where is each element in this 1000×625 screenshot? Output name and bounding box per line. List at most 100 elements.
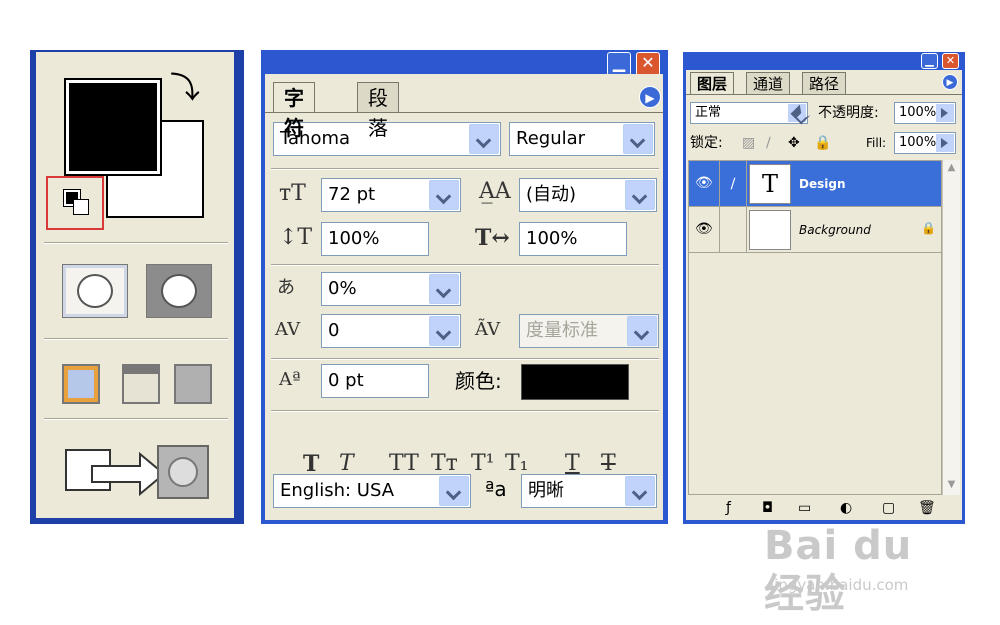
layer-name: Background [799, 223, 871, 237]
font-style-value: Regular [516, 128, 586, 149]
lock-all-icon[interactable]: 🔒 [814, 132, 831, 154]
close-button[interactable]: ✕ [942, 53, 959, 69]
chevron-down-icon[interactable] [429, 316, 459, 346]
layer-mask-icon[interactable]: ◘ [762, 500, 773, 516]
link-cell[interactable] [719, 207, 747, 253]
separator [44, 242, 228, 244]
full-screen-menu-icon[interactable] [122, 364, 160, 404]
quick-mask-icon [161, 274, 197, 308]
tracking-select[interactable]: 度量标准 [519, 314, 659, 348]
standard-mode-icon [77, 274, 113, 308]
layers-panel: ▁ ✕ 图层 通道 路径 ▶ 正常 不透明度: 100% 锁定: ▨ ∕ ✥ 🔒… [683, 52, 965, 524]
baseline-shift-icon: Aª [279, 369, 301, 390]
new-layer-icon[interactable]: ▢ [882, 500, 895, 516]
foreground-color-swatch[interactable] [64, 78, 162, 176]
quick-mask-button[interactable] [146, 264, 212, 318]
chevron-right-icon[interactable] [936, 104, 954, 122]
jump-to-imageready-icon[interactable] [62, 438, 212, 502]
adjustment-layer-icon[interactable]: ◐ [840, 500, 852, 516]
scroll-down-icon[interactable]: ▼ [945, 479, 958, 493]
swap-colors-icon[interactable]: ⤵ [170, 74, 200, 104]
full-screen-icon[interactable] [174, 364, 212, 404]
layer-thumbnail [749, 210, 791, 250]
font-size-select[interactable]: 72 pt [321, 178, 461, 212]
chevron-down-icon[interactable] [788, 104, 806, 122]
tab-channels[interactable]: 通道 [746, 72, 791, 94]
visibility-eye-icon[interactable]: 👁 [695, 175, 713, 191]
scroll-up-icon[interactable]: ▲ [945, 162, 958, 176]
kerning-select[interactable]: 0 [321, 314, 461, 348]
separator [271, 410, 659, 412]
tab-baseline [265, 112, 663, 113]
kerning-value: 0 [328, 320, 340, 341]
lock-position-icon[interactable]: ✥ [788, 132, 800, 154]
minimize-button[interactable]: ▁ [921, 53, 938, 69]
chevron-down-icon[interactable] [625, 180, 655, 210]
layer-name: Design [799, 177, 846, 191]
chevron-right-icon[interactable] [936, 134, 954, 152]
separator [271, 264, 659, 266]
tsume-select[interactable]: 0% [321, 272, 461, 306]
character-panel: ▁ ✕ 字符 段落 ▶ Tahoma Regular ᴛT 72 pt A̲A … [261, 50, 668, 524]
leading-icon: A̲A [479, 179, 511, 204]
chevron-down-icon[interactable] [429, 274, 459, 304]
lock-icon: 🔒 [921, 221, 936, 235]
font-style-select[interactable]: Regular [509, 122, 655, 156]
panel-menu-icon[interactable]: ▶ [942, 74, 958, 90]
close-button[interactable]: ✕ [636, 52, 660, 76]
layer-scrollbar[interactable]: ▲ ▼ [942, 160, 960, 495]
default-colors-highlight [46, 176, 104, 230]
chevron-down-icon[interactable] [623, 124, 653, 154]
vertical-scale-value: 100% [328, 228, 380, 249]
lock-label: 锁定: [690, 135, 723, 151]
horizontal-scale-input[interactable]: 100% [519, 222, 627, 256]
opacity-label: 不透明度: [818, 105, 879, 121]
tab-character[interactable]: 字符 [273, 82, 315, 140]
toolbox-panel: ⤵ [30, 50, 244, 524]
tracking-value: 度量标准 [526, 320, 598, 341]
separator [271, 358, 659, 360]
leading-value: (自动) [526, 184, 577, 205]
language-select[interactable]: English: USA [273, 474, 471, 508]
default-colors-icon[interactable] [63, 189, 90, 216]
lock-transparency-icon[interactable]: ▨ [742, 132, 755, 154]
fill-input[interactable]: 100% [894, 132, 956, 154]
chevron-down-icon[interactable] [439, 476, 469, 506]
chevron-down-icon[interactable] [627, 316, 657, 346]
tab-paragraph[interactable]: 段落 [357, 82, 399, 140]
blend-mode-select[interactable]: 正常 [690, 102, 808, 124]
chevron-down-icon[interactable] [469, 124, 499, 154]
tab-paths[interactable]: 路径 [802, 72, 847, 94]
text-color-swatch[interactable] [521, 364, 629, 400]
fill-value: 100% [899, 135, 937, 150]
layer-row-design[interactable]: 👁 ∕ T Design [689, 161, 941, 207]
chevron-down-icon[interactable] [429, 180, 459, 210]
font-size-value: 72 pt [328, 184, 376, 205]
minimize-button[interactable]: ▁ [607, 52, 631, 76]
chevron-down-icon[interactable] [625, 476, 655, 506]
baidu-watermark: Bai du 经验 jingyan.baidu.com [764, 522, 954, 617]
baseline-shift-value: 0 pt [328, 370, 364, 391]
panel-menu-icon[interactable]: ▶ [639, 86, 661, 108]
opacity-value: 100% [899, 105, 937, 120]
trash-icon[interactable]: 🗑 [918, 500, 936, 516]
tab-layers[interactable]: 图层 [690, 72, 735, 94]
color-label: 颜色: [455, 369, 502, 393]
lock-pixels-icon[interactable]: ∕ [766, 132, 771, 154]
separator [44, 338, 228, 340]
standard-screen-icon[interactable] [62, 364, 100, 404]
baseline-shift-input[interactable]: 0 pt [321, 364, 429, 398]
layer-row-background[interactable]: 👁 Background 🔒 [689, 207, 941, 253]
brush-icon[interactable]: ∕ [719, 161, 747, 207]
leading-select[interactable]: (自动) [519, 178, 657, 212]
visibility-eye-icon[interactable]: 👁 [695, 221, 713, 237]
layers-bottom-toolbar: ƒ ◘ ▭ ◐ ▢ 🗑 [686, 498, 962, 520]
standard-mode-button[interactable] [62, 264, 128, 318]
layer-thumbnail: T [749, 164, 791, 204]
opacity-input[interactable]: 100% [894, 102, 956, 124]
vertical-scale-input[interactable]: 100% [321, 222, 429, 256]
layer-style-icon[interactable]: ƒ [726, 500, 731, 516]
new-group-icon[interactable]: ▭ [798, 500, 811, 516]
horizontal-scale-icon: T↔ [475, 225, 510, 251]
antialias-select[interactable]: 明晰 [521, 474, 657, 508]
